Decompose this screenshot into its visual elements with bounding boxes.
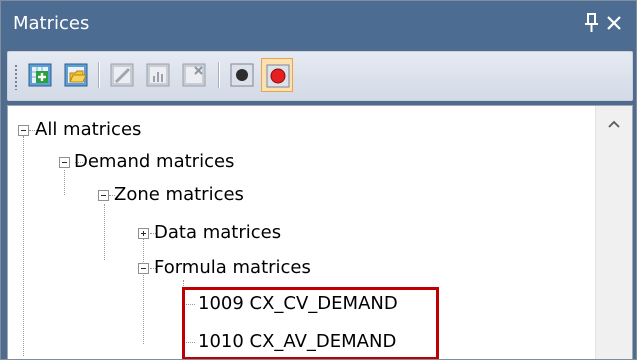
- new-matrix-button[interactable]: [24, 58, 56, 92]
- pin-icon[interactable]: [581, 11, 603, 35]
- collapse-toggle[interactable]: [138, 263, 149, 274]
- expand-toggle[interactable]: [138, 228, 149, 239]
- delete-matrix-button[interactable]: [178, 58, 210, 92]
- tree-node-data-matrices[interactable]: Data matrices: [154, 218, 281, 248]
- toolbar: [7, 51, 633, 101]
- new-matrix-icon: [28, 63, 52, 87]
- matrix-tree: All matrices Demand matrices Zone matric…: [7, 105, 633, 359]
- panel-title-bar: Matrices: [1, 1, 636, 47]
- collapse-toggle[interactable]: [59, 157, 70, 168]
- toolbar-grip[interactable]: [14, 64, 18, 90]
- record-icon: [230, 63, 254, 87]
- collapse-toggle[interactable]: [18, 125, 29, 136]
- record-active-button[interactable]: [261, 58, 293, 92]
- delete-matrix-icon: [182, 63, 206, 87]
- tree-node-all-matrices[interactable]: All matrices: [35, 115, 141, 145]
- tree-connector: [104, 204, 106, 260]
- close-icon[interactable]: [605, 14, 623, 32]
- tree-connector: [143, 238, 145, 344]
- panel-title: Matrices: [13, 13, 90, 34]
- open-folder-icon: [64, 63, 88, 87]
- edit-matrix-icon: [110, 63, 134, 87]
- chart-button[interactable]: [142, 58, 174, 92]
- record-active-icon: [266, 64, 290, 88]
- tree-connector: [23, 136, 25, 356]
- tree-node-formula-matrices[interactable]: Formula matrices: [154, 253, 311, 283]
- collapse-toggle[interactable]: [98, 190, 109, 201]
- toolbar-separator: [98, 62, 100, 88]
- record-button[interactable]: [226, 58, 258, 92]
- tree-node-demand-matrices[interactable]: Demand matrices: [74, 147, 234, 177]
- scroll-up-icon[interactable]: [608, 120, 620, 128]
- toolbar-separator: [218, 62, 220, 88]
- tree-node-zone-matrices[interactable]: Zone matrices: [114, 180, 244, 210]
- vertical-scrollbar[interactable]: [595, 106, 632, 359]
- tree-connector: [64, 170, 66, 195]
- open-folder-button[interactable]: [60, 58, 92, 92]
- chart-icon: [146, 63, 170, 87]
- highlight-box: [182, 287, 439, 359]
- matrices-panel: Matrices All matrices Demand matrices Zo…: [0, 0, 637, 360]
- edit-matrix-button[interactable]: [106, 58, 138, 92]
